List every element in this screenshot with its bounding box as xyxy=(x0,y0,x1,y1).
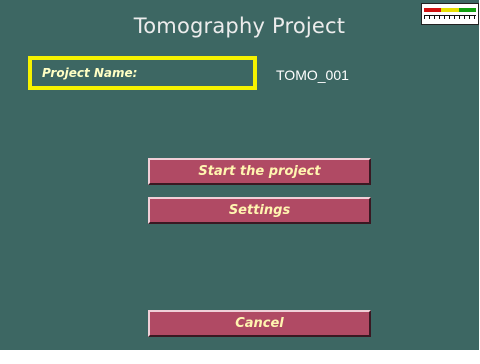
settings-button[interactable]: Settings xyxy=(148,197,371,224)
page-title: Tomography Project xyxy=(133,14,346,38)
start-project-button[interactable]: Start the project xyxy=(148,158,371,185)
project-name-value: TOMO_001 xyxy=(276,67,349,83)
cancel-button[interactable]: Cancel xyxy=(148,310,371,337)
color-segment-red xyxy=(424,8,442,12)
ruler-ticks xyxy=(424,15,476,20)
project-name-field[interactable]: Project Name: xyxy=(28,56,257,90)
color-segment-green xyxy=(458,8,476,12)
color-segment-yellow xyxy=(441,8,459,12)
project-name-label: Project Name: xyxy=(42,66,138,80)
color-scale-bar xyxy=(424,8,476,12)
main-window: Tomography Project Project Name: TOMO_00… xyxy=(0,0,479,350)
ruler-icon xyxy=(421,3,479,25)
